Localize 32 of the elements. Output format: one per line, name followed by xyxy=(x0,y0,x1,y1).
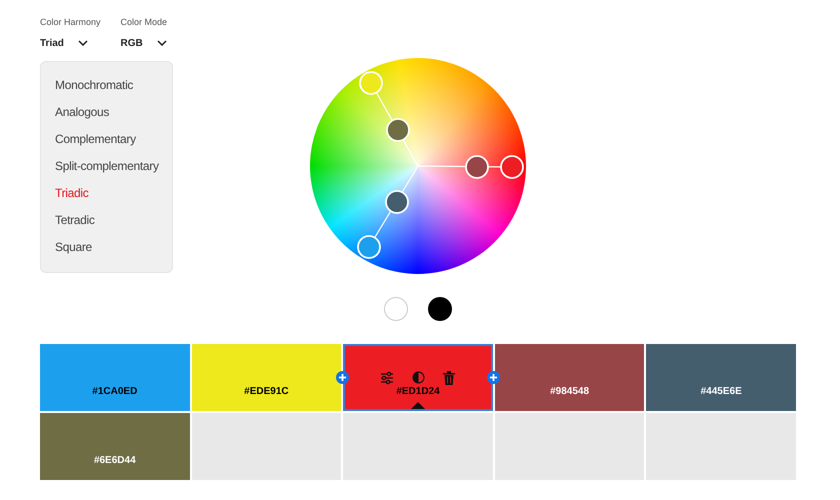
hex-label: #ED1D24 xyxy=(396,385,440,399)
hex-label: #445E6E xyxy=(700,385,742,399)
hex-label: #1CA0ED xyxy=(92,385,138,399)
color-swatch[interactable] xyxy=(40,344,190,411)
trash-icon[interactable] xyxy=(443,371,456,385)
add-icon[interactable] xyxy=(336,371,350,384)
triangle-icon xyxy=(410,402,425,409)
menu-item[interactable]: Square xyxy=(55,238,172,256)
color-swatch[interactable] xyxy=(192,344,342,411)
color-swatch[interactable] xyxy=(343,344,493,411)
dropdown-label: Color Harmony xyxy=(40,16,101,29)
dropdown[interactable]: Triad xyxy=(40,36,101,50)
background-option-button[interactable] xyxy=(428,297,452,321)
sliders-icon[interactable] xyxy=(380,371,394,385)
menu-item[interactable]: Triadic xyxy=(55,184,172,202)
hex-label: #984548 xyxy=(550,385,590,399)
menu-item[interactable]: Split-complementary xyxy=(55,156,172,174)
menu-item[interactable]: Complementary xyxy=(55,130,172,148)
chevron-down-icon xyxy=(78,40,88,46)
hex-label: #6E6D44 xyxy=(94,454,136,468)
dropdown-label: Color Mode xyxy=(120,16,168,29)
menu-item[interactable]: Monochromatic xyxy=(55,76,172,94)
add-icon[interactable] xyxy=(486,371,500,384)
color-swatch[interactable] xyxy=(40,413,190,480)
color-swatch[interactable] xyxy=(494,344,644,411)
menu-item[interactable]: Tetradic xyxy=(55,210,172,228)
chevron-down-icon xyxy=(156,40,167,46)
contrast-icon[interactable] xyxy=(412,371,426,384)
menu-item[interactable]: Analogous xyxy=(55,102,172,120)
color-swatch[interactable] xyxy=(646,344,796,411)
dropdown[interactable]: RGB xyxy=(120,36,168,50)
hex-label: #EDE91C xyxy=(244,385,289,399)
